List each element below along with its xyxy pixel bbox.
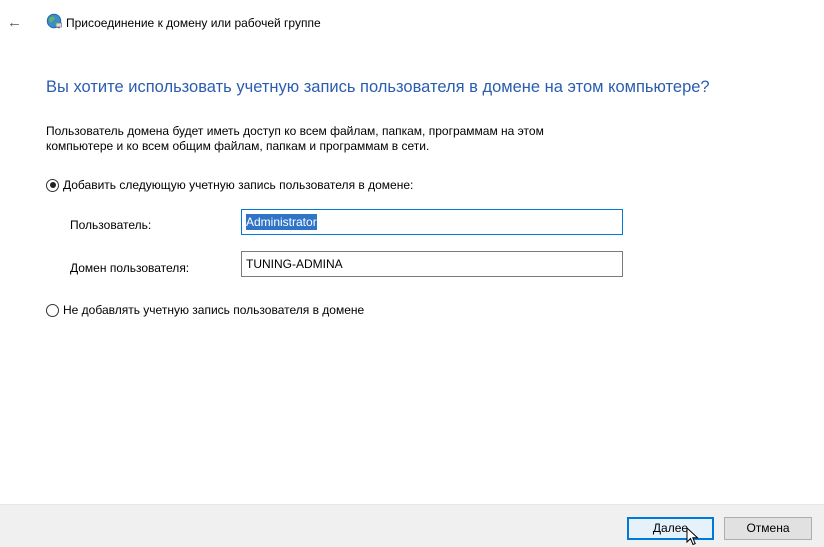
domain-label: Домен пользователя: — [70, 261, 190, 275]
skip-account-label: Не добавлять учетную запись пользователя… — [63, 303, 365, 317]
skip-account-radio[interactable] — [46, 303, 59, 317]
page-heading: Вы хотите использовать учетную запись по… — [46, 78, 710, 96]
description-line-2: компьютере и ко всем общим файлам, папка… — [46, 139, 430, 153]
button-footer: Далее Отмена — [0, 504, 824, 547]
skip-account-option[interactable]: Не добавлять учетную запись пользователя… — [46, 302, 364, 318]
description-line-1: Пользователь домена будет иметь доступ к… — [46, 124, 544, 138]
description-text: Пользователь домена будет иметь доступ к… — [46, 124, 666, 154]
add-account-radio[interactable] — [46, 178, 59, 192]
network-globe-icon — [46, 13, 62, 29]
add-account-label: Добавить следующую учетную запись пользо… — [63, 178, 414, 192]
add-account-option[interactable]: Добавить следующую учетную запись пользо… — [46, 177, 413, 193]
user-name-value: Administrator — [246, 214, 317, 230]
back-arrow-icon[interactable]: ← — [7, 15, 22, 30]
user-domain-value: TUNING-ADMINA — [246, 257, 343, 271]
cancel-button[interactable]: Отмена — [724, 517, 812, 540]
next-button[interactable]: Далее — [627, 517, 714, 540]
title-bar: ← Присоединение к домену или рабочей гру… — [0, 0, 824, 40]
user-name-field[interactable]: Administrator — [241, 209, 623, 235]
user-domain-field[interactable]: TUNING-ADMINA — [241, 251, 623, 277]
window-title: Присоединение к домену или рабочей групп… — [66, 16, 321, 30]
user-label: Пользователь: — [70, 218, 152, 232]
